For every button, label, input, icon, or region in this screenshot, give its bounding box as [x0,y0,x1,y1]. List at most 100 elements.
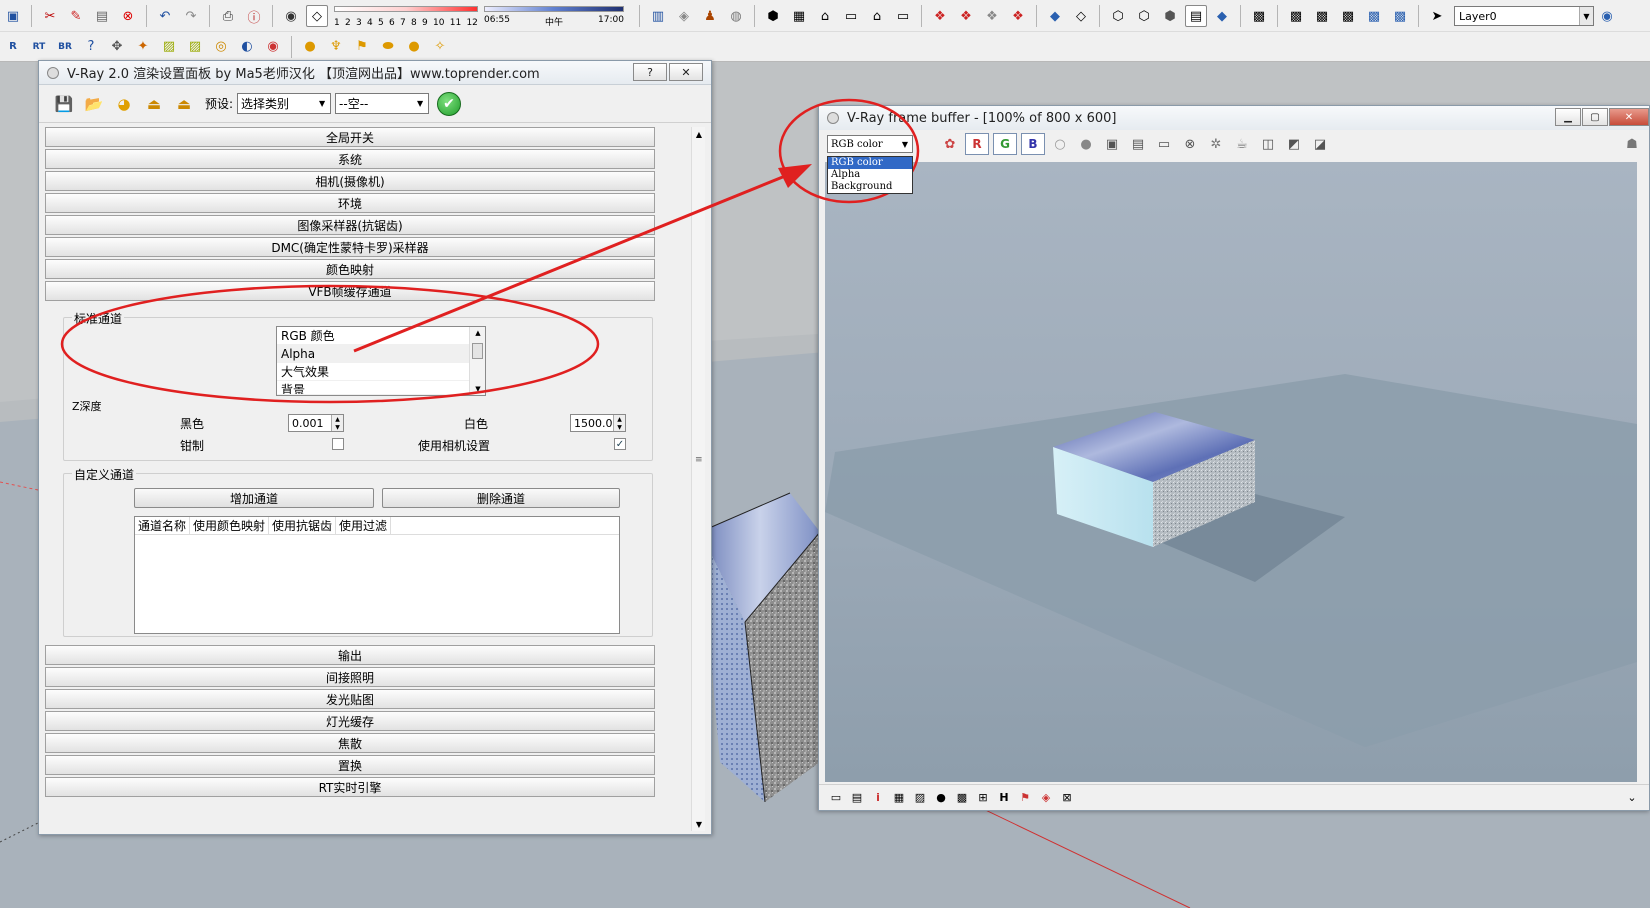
rollout-environment[interactable]: 环境 [45,193,655,213]
rollout-color-mapping[interactable]: 颜色映射 [45,259,655,279]
toggle-panel-icon[interactable]: ▭ [827,789,845,807]
monochrome-icon[interactable]: ▤ [1185,5,1207,27]
vray-help-icon[interactable]: ? [80,36,102,58]
scroll-up-icon[interactable]: ▲ [692,127,706,141]
curves-icon[interactable]: ▨ [911,789,929,807]
minimize-icon[interactable]: ▁ [1555,108,1581,126]
vray-render-icon[interactable]: R [2,36,24,58]
render-last-icon[interactable]: ☕ [1231,133,1253,155]
use-camera-settings-checkbox[interactable]: ✓ [614,438,626,450]
left-view-icon[interactable]: ▭ [892,5,914,27]
export-preset-icon[interactable]: ⏏ [171,91,197,117]
component-icon[interactable]: ❖ [929,5,951,27]
component-3-icon[interactable]: ❖ [981,5,1003,27]
import-preset-icon[interactable]: ⏏ [141,91,167,117]
erase-icon[interactable]: ⊗ [117,5,139,27]
mono-icon[interactable]: ● [1075,133,1097,155]
vfb-title-bar[interactable]: V-Ray frame buffer - [100% of 800 x 600]… [819,106,1649,130]
load-image-icon[interactable]: ▭ [1153,133,1175,155]
scissors-icon[interactable]: ✂ [39,5,61,27]
layer-select[interactable]: Layer0 ▼ [1454,6,1594,26]
apply-preset-button[interactable]: ✔ [437,91,462,116]
shaded-texture-icon[interactable]: ⬢ [1159,5,1181,27]
redo-icon[interactable]: ↷ [180,5,202,27]
scroll-up-icon[interactable]: ▲ [470,327,486,339]
add-channel-button[interactable]: 增加通道 [134,488,374,508]
list-item[interactable]: 大气效果 [277,363,485,381]
compare-icon[interactable]: ⊠ [1058,789,1076,807]
exposure-icon[interactable]: ● [932,789,950,807]
spot-light-icon[interactable]: ♆ [325,36,347,58]
clear-image-icon[interactable]: ⊗ [1179,133,1201,155]
vray-rt-icon[interactable]: RT [28,36,50,58]
vray-frame-icon[interactable]: ▨ [158,36,180,58]
spinner-arrows-icon[interactable]: ▲ ▼ [331,415,343,431]
rollout-irradiance-map[interactable]: 发光贴图 [45,689,655,709]
color-channels-icon[interactable]: ✿ [939,133,961,155]
front-view-icon[interactable]: ⌂ [814,5,836,27]
vray-options-icon[interactable]: ✥ [106,36,128,58]
shadow-month-slider[interactable]: 1 2 3 4 5 6 7 8 9 10 11 12 [334,4,478,28]
rollout-global-switches[interactable]: 全局开关 [45,127,655,147]
vray-light-icon[interactable]: ◎ [210,36,232,58]
back-view-icon[interactable]: ⌂ [866,5,888,27]
undo-icon[interactable]: ↶ [154,5,176,27]
solid-split-icon[interactable]: ▩ [1389,5,1411,27]
vray-sphere-icon[interactable]: ◐ [236,36,258,58]
rollout-system[interactable]: 系统 [45,149,655,169]
column-header[interactable]: 使用过滤 [336,517,392,534]
levels-icon[interactable]: ▦ [890,789,908,807]
rendered-image[interactable] [825,162,1637,782]
orbit-icon[interactable]: ◉ [280,5,302,27]
list-item[interactable]: RGB 颜色 [277,327,485,345]
chevron-down-icon[interactable]: ▼ [413,95,427,112]
eraser-tool-icon[interactable]: ◇ [306,5,328,27]
vray-proxy-icon[interactable]: ▨ [184,36,206,58]
section-icon[interactable]: ◈ [673,5,695,27]
chevron-down-icon[interactable]: ▼ [315,95,329,112]
zdepth-black-spinner[interactable]: 0.001 ▲ ▼ [288,414,344,432]
reset-settings-icon[interactable]: ◕ [111,91,137,117]
omni-light-icon[interactable]: ● [299,36,321,58]
solid-intersect-icon[interactable]: ▩ [1337,5,1359,27]
dialog-title-bar[interactable]: V-Ray 2.0 渲染设置面板 by Ma5老师汉化 【顶渲网出品】www.t… [39,61,711,85]
solid-union-icon[interactable]: ▩ [1285,5,1307,27]
expand-icon[interactable]: ⌄ [1623,789,1641,807]
list-scrollbar[interactable]: ▲ ▼ [469,327,485,395]
rollout-light-cache[interactable]: 灯光缓存 [45,711,655,731]
rollout-dmc-sampler[interactable]: DMC(确定性蒙特卡罗)采样器 [45,237,655,257]
ocio-icon[interactable]: ⊞ [974,789,992,807]
globe-icon[interactable]: ◍ [725,5,747,27]
green-channel-button[interactable]: G [993,133,1017,155]
layer-manager-icon[interactable]: ◉ [1596,5,1618,27]
top-view-icon[interactable]: ▦ [788,5,810,27]
xray-icon[interactable]: ◆ [1044,5,1066,27]
solid-trim-icon[interactable]: ▩ [1363,5,1385,27]
save-settings-icon[interactable]: 💾 [51,91,77,117]
ies-light-icon[interactable]: ⬬ [377,36,399,58]
zdepth-white-spinner[interactable]: 1500.0 ▲ ▼ [570,414,626,432]
list-item[interactable]: 背景 [277,381,485,395]
dialog-scrollbar[interactable]: ▲ ≡ ▼ [691,127,705,831]
help-button[interactable]: ? [633,63,667,81]
list-item[interactable]: Alpha [277,345,485,363]
hidden-line-icon[interactable]: ⬡ [1107,5,1129,27]
solid-subtract-icon[interactable]: ▩ [1311,5,1333,27]
maximize-icon[interactable]: ▢ [1582,108,1608,126]
film-icon[interactable]: ▥ [647,5,669,27]
rollout-camera[interactable]: 相机(摄像机) [45,171,655,191]
standard-channels-list[interactable]: RGB 颜色 Alpha 大气效果 背景 ▲ ▼ [276,326,486,396]
scroll-thumb[interactable] [472,343,483,359]
info-icon[interactable]: i [869,789,887,807]
channel-option[interactable]: Background [828,181,912,193]
spinner-arrows-icon[interactable]: ▲ ▼ [613,415,625,431]
print-icon[interactable]: ⎙ [217,5,239,27]
channel-select[interactable]: RGB color ▼ [827,135,913,153]
person-icon[interactable]: ♟ [699,5,721,27]
column-header[interactable]: 通道名称 [135,517,191,534]
region-render-icon[interactable]: ◫ [1257,133,1279,155]
zdepth-clamp-checkbox[interactable] [332,438,344,450]
rollout-caustics[interactable]: 焦散 [45,733,655,753]
shadow-time-slider[interactable]: 06:55 中午 17:00 [484,4,624,28]
column-header[interactable]: 使用抗锯齿 [269,517,337,534]
